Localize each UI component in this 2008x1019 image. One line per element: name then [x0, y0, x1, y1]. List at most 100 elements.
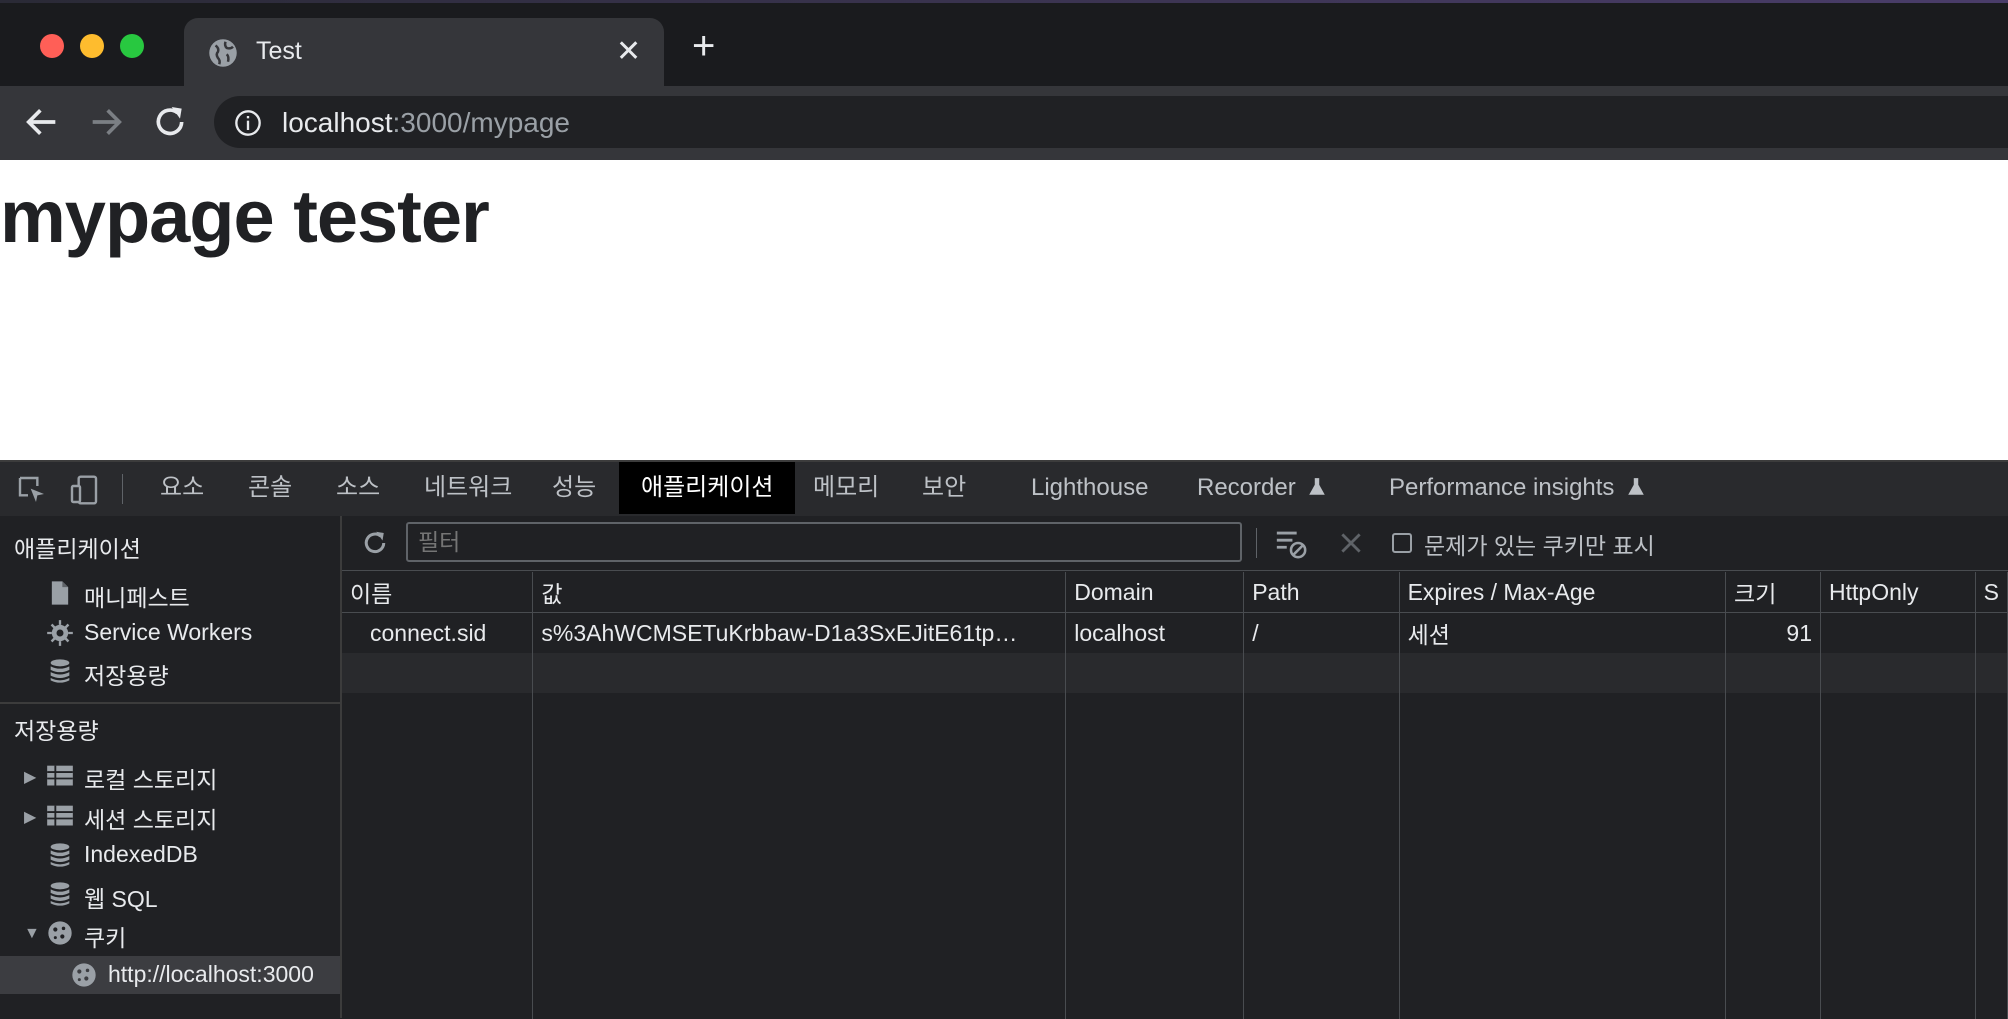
- sidebar-item-storage[interactable]: 저장용량: [0, 652, 340, 690]
- tab-title: Test: [256, 37, 302, 65]
- empty-table-row[interactable]: [342, 653, 2008, 693]
- column-header-name[interactable]: 이름: [342, 572, 534, 613]
- document-icon: [51, 581, 69, 605]
- cookie-value-cell[interactable]: s%3AhWCMSETuKrbbaw-D1a3SxEJitE61tp…: [532, 612, 1067, 653]
- tab-sources[interactable]: 소스: [314, 462, 402, 514]
- toolbar-separator: [1256, 528, 1257, 558]
- empty-cell: [1725, 693, 1822, 1019]
- refresh-icon[interactable]: [360, 528, 390, 558]
- sidebar-item-service-workers[interactable]: Service Workers: [0, 614, 340, 652]
- database-icon: [50, 659, 70, 683]
- sidebar-item-local-storage[interactable]: ▶ 로컬 스토리지: [0, 756, 340, 794]
- sidebar-item-indexeddb[interactable]: IndexedDB: [0, 836, 340, 874]
- column-header-domain[interactable]: Domain: [1065, 572, 1245, 613]
- sidebar-section-storage: 저장용량: [14, 718, 99, 744]
- minimize-window-button[interactable]: [80, 34, 104, 58]
- empty-cell: [1975, 653, 2008, 693]
- sidebar-item-label: 저장용량: [84, 663, 169, 689]
- table-header-row: 이름 값 Domain Path Expires / Max-Age 크기 Ht…: [342, 572, 2008, 613]
- back-arrow-icon[interactable]: [22, 102, 62, 142]
- page-content: mypage tester: [0, 160, 2008, 460]
- cookie-domain-cell[interactable]: localhost: [1065, 612, 1245, 653]
- sidebar-item-cookies[interactable]: ▼ 쿠키: [0, 914, 340, 952]
- close-window-button[interactable]: [40, 34, 64, 58]
- cookie-size-cell[interactable]: 91: [1725, 612, 1822, 653]
- url-host: localhost: [282, 107, 393, 138]
- sidebar-item-session-storage[interactable]: ▶ 세션 스토리지: [0, 796, 340, 834]
- delete-selected-icon[interactable]: [1338, 530, 1364, 556]
- column-header-path[interactable]: Path: [1243, 572, 1400, 613]
- sidebar-item-cookie-origin[interactable]: http://localhost:3000: [0, 956, 340, 994]
- tab-console[interactable]: 콘솔: [226, 462, 314, 514]
- empty-cell: [1399, 653, 1727, 693]
- new-tab-button[interactable]: +: [692, 26, 715, 66]
- issues-only-label: 문제가 있는 쿠키만 표시: [1424, 533, 1655, 559]
- expand-arrow-icon[interactable]: ▶: [24, 807, 36, 827]
- maximize-window-button[interactable]: [120, 34, 144, 58]
- cookies-panel: 문제가 있는 쿠키만 표시 이름 값 Domain Path Expire: [342, 516, 2008, 1019]
- forward-arrow-icon[interactable]: [86, 102, 126, 142]
- database-icon: [50, 843, 70, 867]
- reload-icon[interactable]: [150, 102, 190, 142]
- column-header-secure[interactable]: S: [1975, 572, 2008, 613]
- sidebar-item-manifest[interactable]: 매니페스트: [0, 574, 340, 612]
- sidebar-item-label: Service Workers: [84, 619, 253, 645]
- empty-cell: [1820, 653, 1976, 693]
- sidebar-item-label: 세션 스토리지: [84, 807, 218, 833]
- address-bar[interactable]: localhost:3000/mypage: [214, 96, 2008, 148]
- globe-icon: [209, 39, 237, 67]
- tab-network[interactable]: 네트워크: [402, 462, 534, 514]
- clear-filtered-cookies-icon[interactable]: [1274, 526, 1308, 560]
- empty-cell: [1065, 693, 1245, 1019]
- sidebar-item-label: IndexedDB: [84, 841, 198, 867]
- cookie-httponly-cell[interactable]: [1820, 612, 1976, 653]
- cookie-secure-cell[interactable]: [1975, 612, 2008, 653]
- inspect-element-icon[interactable]: [16, 474, 48, 506]
- cookie-expires-cell[interactable]: 세션: [1399, 612, 1727, 653]
- filter-input[interactable]: [406, 522, 1242, 562]
- tab-close-button[interactable]: ✕: [616, 34, 641, 69]
- tab-lighthouse[interactable]: Lighthouse: [1009, 462, 1170, 514]
- column-header-value[interactable]: 값: [532, 572, 1067, 613]
- tab-performance-insights-label: Performance insights: [1389, 474, 1615, 501]
- application-sidebar: 애플리케이션 매니페스트 Service Workers 저장용량 저장용량 ▶…: [0, 516, 342, 1018]
- browser-toolbar: localhost:3000/mypage: [0, 86, 2008, 160]
- expand-arrow-icon[interactable]: ▶: [24, 767, 36, 787]
- site-info-icon[interactable]: [234, 109, 262, 137]
- empty-cell: [1820, 693, 1976, 1019]
- sidebar-divider: [0, 702, 340, 704]
- empty-cell: [532, 693, 1067, 1019]
- sidebar-item-label: 웹 SQL: [84, 886, 158, 912]
- tab-recorder-label: Recorder: [1197, 474, 1296, 501]
- tab-elements[interactable]: 요소: [138, 462, 226, 514]
- tab-application[interactable]: 애플리케이션: [619, 462, 796, 514]
- cookie-name-cell[interactable]: connect.sid: [342, 612, 534, 653]
- database-icon: [50, 882, 70, 906]
- empty-cell: [1399, 693, 1727, 1019]
- sidebar-item-web-sql[interactable]: 웹 SQL: [0, 875, 340, 913]
- sidebar-section-application: 애플리케이션: [14, 536, 141, 562]
- browser-tab[interactable]: Test ✕: [184, 18, 664, 86]
- sidebar-item-label: 로컬 스토리지: [84, 767, 218, 793]
- collapse-arrow-icon[interactable]: ▼: [24, 925, 40, 943]
- devtools-tabbar: 요소 콘솔 소스 네트워크 성능 애플리케이션 메모리 보안 Lighthous…: [0, 460, 2008, 517]
- issues-only-checkbox[interactable]: [1392, 533, 1412, 553]
- tab-security[interactable]: 보안: [900, 462, 988, 514]
- url-text[interactable]: localhost:3000/mypage: [282, 107, 570, 139]
- tab-performance-insights[interactable]: Performance insights: [1367, 462, 1667, 514]
- empty-cell: [1725, 653, 1822, 693]
- tab-memory[interactable]: 메모리: [791, 462, 901, 514]
- sidebar-item-label: 쿠키: [84, 925, 127, 951]
- browser-titlebar: Test ✕ +: [0, 0, 2008, 86]
- tab-recorder[interactable]: Recorder: [1175, 462, 1348, 514]
- cookie-path-cell[interactable]: /: [1243, 612, 1400, 653]
- page-heading: mypage tester: [0, 175, 490, 258]
- column-header-size[interactable]: 크기: [1725, 572, 1822, 613]
- cookie-icon: [48, 921, 72, 945]
- table-row[interactable]: connect.sid s%3AhWCMSETuKrbbaw-D1a3SxEJi…: [342, 612, 2008, 653]
- tab-performance[interactable]: 성능: [530, 462, 618, 514]
- device-toolbar-icon[interactable]: [68, 474, 100, 506]
- column-header-expires[interactable]: Expires / Max-Age: [1399, 572, 1727, 613]
- column-header-httponly[interactable]: HttpOnly: [1820, 572, 1976, 613]
- url-path: :3000/mypage: [392, 107, 570, 138]
